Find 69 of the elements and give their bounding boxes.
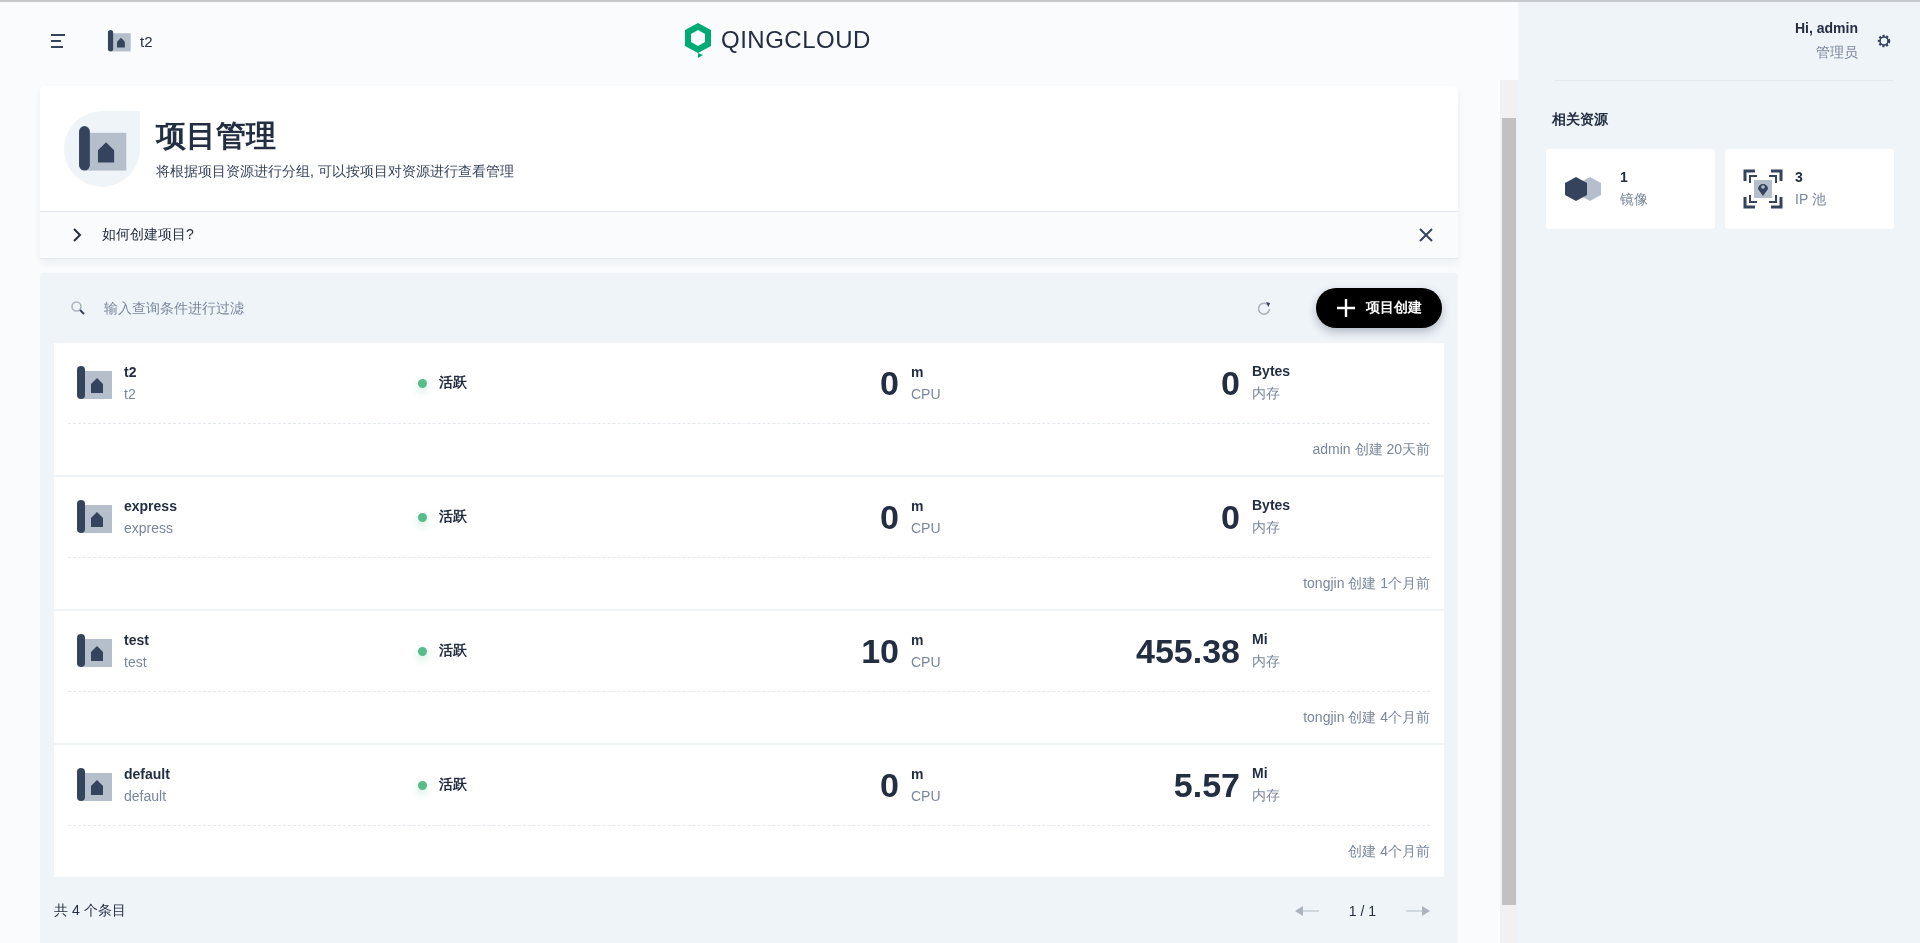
- cpu-label: CPU: [911, 788, 942, 804]
- resource-label: 镜像: [1620, 191, 1648, 209]
- cpu-label: CPU: [911, 386, 942, 402]
- created-info: admin 创建 20天前: [1312, 440, 1430, 459]
- memory-value: 0: [1221, 497, 1240, 537]
- status-text: 活跃: [439, 642, 467, 660]
- status-text: 活跃: [439, 776, 467, 794]
- project-name[interactable]: default: [124, 766, 170, 782]
- tip-text: 如何创建项目?: [102, 226, 194, 244]
- created-info: tongjin 创建 1个月前: [1303, 574, 1430, 593]
- page-description: 将根据项目资源进行分组, 可以按项目对资源进行查看管理: [156, 163, 514, 181]
- memory-unit: Bytes: [1252, 363, 1292, 379]
- memory-value: 455.38: [1136, 631, 1240, 671]
- cpu-unit: m: [911, 766, 925, 782]
- search-field[interactable]: 输入查询条件进行过滤: [102, 299, 1236, 317]
- project-name[interactable]: express: [124, 498, 177, 514]
- user-role: 管理员: [1816, 44, 1858, 62]
- memory-label: 内存: [1252, 519, 1281, 537]
- page-title: 项目管理: [156, 118, 277, 154]
- memory-value: 0: [1221, 363, 1240, 403]
- logo-text: QINGCLOUD: [721, 26, 871, 54]
- resource-label: IP 池: [1795, 191, 1826, 209]
- cpu-value: 0: [880, 765, 899, 805]
- memory-unit: Mi: [1252, 631, 1269, 647]
- memory-unit: Bytes: [1252, 497, 1292, 513]
- cpu-unit: m: [911, 632, 925, 648]
- memory-label: 内存: [1252, 787, 1281, 805]
- project-alias: t2: [124, 386, 137, 402]
- scrollbar[interactable]: [1500, 80, 1518, 943]
- plus-icon: [1336, 298, 1356, 318]
- page-indicator: 1 / 1: [1348, 903, 1376, 919]
- cpu-label: CPU: [911, 654, 942, 670]
- created-info: tongjin 创建 4个月前: [1303, 708, 1430, 727]
- menu-icon[interactable]: [50, 34, 68, 48]
- user-greeting: Hi, admin: [1795, 20, 1858, 36]
- close-icon[interactable]: [1418, 227, 1434, 243]
- memory-label: 内存: [1252, 653, 1281, 671]
- logo-icon: [683, 22, 713, 58]
- refresh-icon[interactable]: [1256, 300, 1272, 316]
- cpu-unit: m: [911, 364, 925, 380]
- resource-card[interactable]: 3 IP 池: [1725, 149, 1894, 229]
- create-project-button[interactable]: 项目创建: [1316, 288, 1442, 328]
- settings-icon[interactable]: [1876, 33, 1892, 49]
- cpu-label: CPU: [911, 520, 942, 536]
- project-alias: default: [124, 788, 168, 804]
- memory-unit: Mi: [1252, 765, 1269, 781]
- resource-count: 1: [1620, 169, 1629, 185]
- created-info: 创建 4个月前: [1348, 842, 1430, 861]
- project-name[interactable]: t2: [140, 32, 153, 50]
- cpu-value: 10: [861, 631, 899, 671]
- memory-label: 内存: [1252, 385, 1281, 403]
- project-alias: express: [124, 520, 175, 536]
- status-text: 活跃: [439, 374, 467, 392]
- location-pin-icon: [1743, 169, 1783, 209]
- status-text: 活跃: [439, 508, 467, 526]
- project-name[interactable]: t2: [124, 364, 137, 380]
- resource-count: 3: [1795, 169, 1804, 185]
- search-icon: [70, 300, 86, 316]
- tip-bar[interactable]: 如何创建项目?: [40, 211, 1458, 259]
- resources-title: 相关资源: [1552, 111, 1609, 129]
- project-name[interactable]: test: [124, 632, 149, 648]
- cpu-value: 0: [880, 363, 899, 403]
- cpu-unit: m: [911, 498, 925, 514]
- resource-card[interactable]: 1 镜像: [1546, 149, 1715, 229]
- memory-value: 5.57: [1173, 765, 1240, 805]
- project-alias: test: [124, 654, 148, 670]
- project-icon: [106, 28, 132, 54]
- cpu-value: 0: [880, 497, 899, 537]
- total-count: 共 4 个条目: [54, 902, 126, 920]
